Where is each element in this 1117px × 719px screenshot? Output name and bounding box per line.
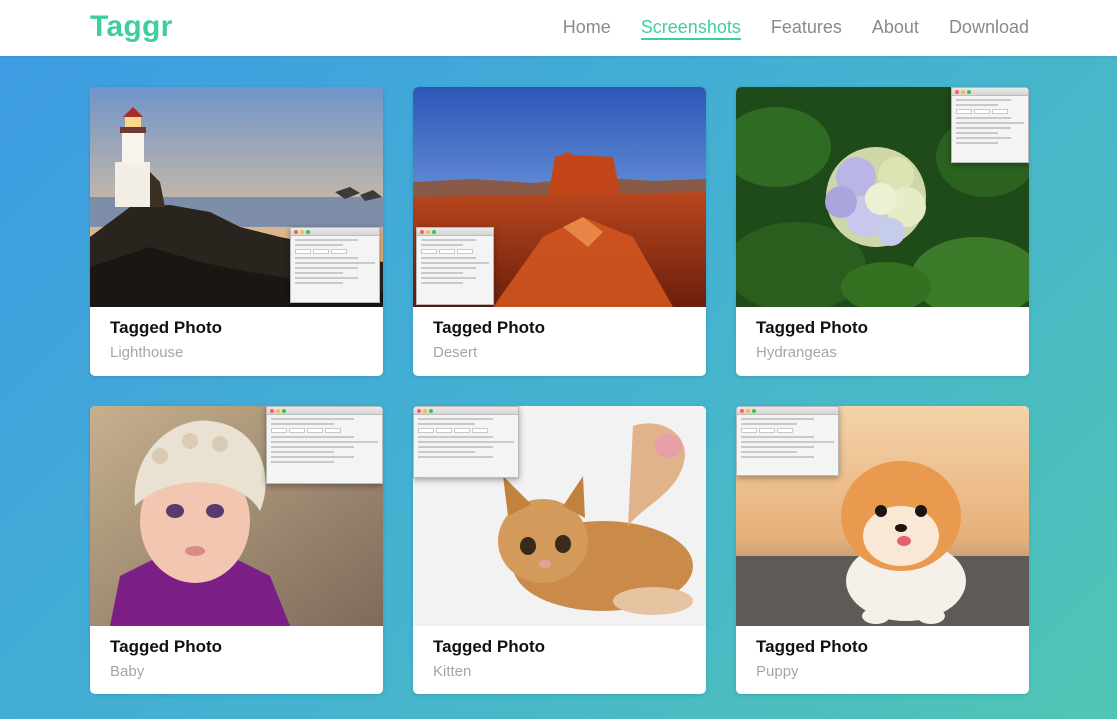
nav-download[interactable]: Download [949, 16, 1029, 40]
photo-kitten [413, 406, 706, 626]
file-info-window [951, 87, 1029, 163]
card-title: Tagged Photo [756, 318, 869, 337]
card-subtitle: Puppy [756, 663, 799, 680]
photo-baby [90, 406, 383, 626]
file-info-window [416, 227, 494, 305]
photo-desert [413, 87, 706, 307]
photo-puppy [736, 406, 1029, 626]
photo-lighthouse [90, 87, 383, 307]
card-subtitle: Baby [110, 663, 145, 680]
photo-card-hydrangeas[interactable]: Tagged Photo Hydrangeas [736, 87, 1029, 376]
photo-card-lighthouse[interactable]: Tagged Photo Lighthouse [90, 87, 383, 376]
card-subtitle: Lighthouse [110, 344, 184, 361]
photo-card-puppy[interactable]: Tagged Photo Puppy [736, 406, 1029, 694]
photo-card-desert[interactable]: Tagged Photo Desert [413, 87, 706, 376]
card-title: Tagged Photo [433, 637, 546, 656]
photo-hydrangeas [736, 87, 1029, 307]
card-title: Tagged Photo [110, 318, 223, 337]
file-info-window [266, 406, 383, 484]
main-nav: Home Screenshots Features About Download [563, 16, 1029, 40]
card-title: Tagged Photo [110, 637, 223, 656]
navbar: Taggr Home Screenshots Features About Do… [0, 0, 1117, 56]
screenshot-grid: Tagged Photo Lighthouse Tagged Photo Des… [90, 87, 1029, 694]
card-subtitle: Hydrangeas [756, 344, 837, 361]
nav-features[interactable]: Features [771, 16, 842, 40]
file-info-window [290, 227, 380, 303]
nav-screenshots[interactable]: Screenshots [640, 16, 741, 40]
brand-logo[interactable]: Taggr [90, 10, 173, 44]
photo-card-baby[interactable]: Tagged Photo Baby [90, 406, 383, 694]
photo-card-kitten[interactable]: Tagged Photo Kitten [413, 406, 706, 694]
nav-about[interactable]: About [872, 16, 919, 40]
card-title: Tagged Photo [433, 318, 546, 337]
card-subtitle: Kitten [433, 663, 472, 680]
card-subtitle: Desert [433, 344, 478, 361]
file-info-window [736, 406, 839, 476]
nav-home[interactable]: Home [563, 16, 611, 40]
file-info-window [413, 406, 519, 478]
card-title: Tagged Photo [756, 637, 869, 656]
